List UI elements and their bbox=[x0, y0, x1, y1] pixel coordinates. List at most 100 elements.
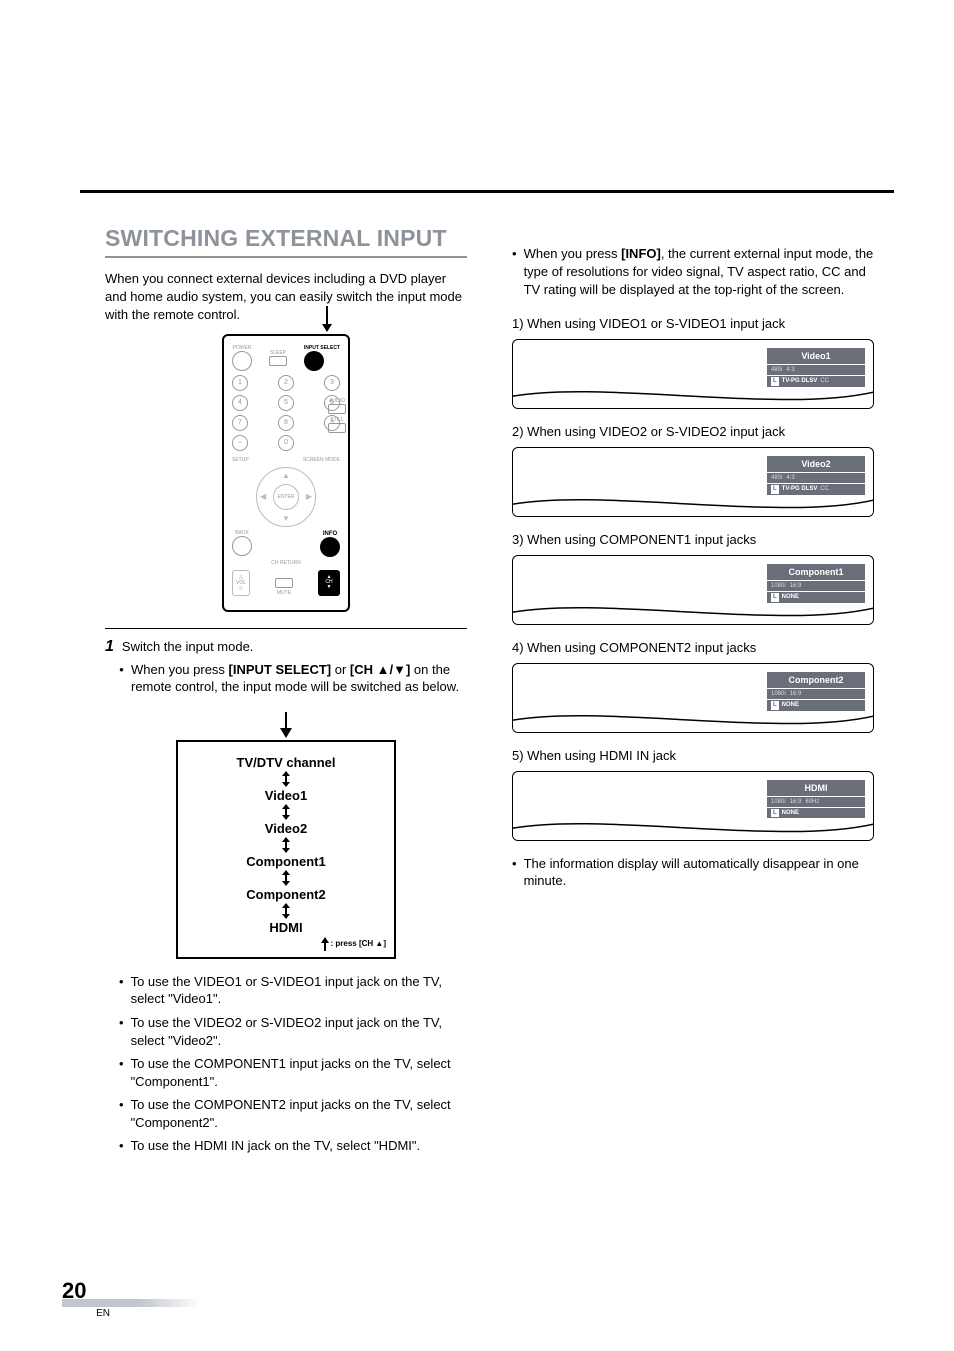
osd-res: 480i bbox=[771, 366, 782, 374]
screen-preview: Component1 1080i 16:9 L NONE bbox=[512, 555, 874, 625]
closing-bullet: • The information display will automatic… bbox=[512, 855, 874, 891]
key-3: 3 bbox=[324, 375, 340, 391]
step-divider bbox=[105, 628, 467, 629]
audio-label: AUDIO bbox=[328, 399, 346, 404]
osd-res: 1080i bbox=[771, 798, 786, 806]
flow-double-arrow bbox=[186, 837, 386, 853]
screen-preview: Video2 480i 4:3 L TV-PG DLSV CC bbox=[512, 447, 874, 517]
flow-item: Component2 bbox=[186, 887, 386, 902]
screen-wave bbox=[512, 703, 874, 733]
dpad-down: ▼ bbox=[282, 514, 290, 523]
osd-line2: 1080i 16:9 60Hz bbox=[766, 797, 866, 808]
key-8: 8 bbox=[278, 415, 294, 431]
dpad-right: ▶ bbox=[306, 492, 312, 501]
bullet-dot: • bbox=[512, 245, 517, 299]
case-label: 4) When using COMPONENT2 input jacks bbox=[512, 639, 874, 657]
key-4: 4 bbox=[232, 395, 248, 411]
flow-arrow-down bbox=[280, 728, 292, 738]
case-label: 2) When using VIDEO2 or S-VIDEO2 input j… bbox=[512, 423, 874, 441]
ch-return-label: CH RETURN bbox=[232, 561, 340, 566]
flow-item: Component1 bbox=[186, 854, 386, 869]
sleep-label: SLEEP bbox=[269, 351, 287, 356]
screen-wave bbox=[512, 811, 874, 841]
post-bullet: To use the HDMI IN jack on the TV, selec… bbox=[131, 1137, 421, 1155]
osd-res: 1080i bbox=[771, 582, 786, 590]
flow-item: HDMI bbox=[186, 920, 386, 935]
post-bullet: To use the COMPONENT2 input jacks on the… bbox=[131, 1096, 467, 1131]
bullet-dot: • bbox=[119, 1096, 124, 1131]
or-word: or bbox=[331, 662, 350, 677]
osd-aspect: 4:3 bbox=[786, 474, 794, 482]
flow-double-arrow bbox=[186, 870, 386, 886]
power-label: POWER bbox=[232, 346, 252, 351]
back-label: BACK bbox=[232, 531, 252, 536]
screen-preview: Component2 1080i 16:9 L NONE bbox=[512, 663, 874, 733]
osd-line2: 480i 4:3 bbox=[766, 473, 866, 484]
info-bullet-text: When you press [INFO], the current exter… bbox=[524, 245, 874, 299]
top-divider bbox=[80, 190, 894, 193]
screen-wave bbox=[512, 595, 874, 625]
page-lang: EN bbox=[62, 1308, 202, 1319]
enter-button: ENTER bbox=[273, 484, 299, 510]
dpad: ▲ ▼ ◀ ▶ ENTER bbox=[256, 467, 316, 527]
flow-foot-text: : press [CH ▲] bbox=[331, 939, 386, 948]
remote-illustration: POWER SLEEP INPUT SELECT 1 2 3 4 bbox=[105, 334, 467, 612]
osd-title: Video2 bbox=[766, 455, 866, 473]
screen-preview: Video1 480i 4:3 L TV-PG DLSV CC bbox=[512, 339, 874, 409]
sleep-button bbox=[269, 356, 287, 366]
vol-rocker: △ VOL ▽ bbox=[232, 570, 250, 596]
flow-item: TV/DTV channel bbox=[186, 755, 386, 770]
osd-title: Video1 bbox=[766, 347, 866, 365]
flow-item: Video1 bbox=[186, 788, 386, 803]
closing-text: The information display will automatical… bbox=[524, 855, 874, 891]
power-button bbox=[232, 351, 252, 371]
ch-bold: [CH ▲/▼] bbox=[350, 662, 410, 677]
case-label: 1) When using VIDEO1 or S-VIDEO1 input j… bbox=[512, 315, 874, 333]
input-flow-diagram: TV/DTV channel Video1 Video2 Component1 … bbox=[176, 740, 396, 959]
input-select-bold: [INPUT SELECT] bbox=[229, 662, 332, 677]
bullet-dot: • bbox=[119, 661, 124, 696]
page-footer: 20 EN bbox=[62, 1280, 202, 1319]
info-button bbox=[320, 537, 340, 557]
bullet-dot: • bbox=[119, 1014, 124, 1049]
bullet-dot: • bbox=[119, 1055, 124, 1090]
key-2: 2 bbox=[278, 375, 294, 391]
info-prefix: When you press bbox=[524, 246, 622, 261]
info-bold: [INFO] bbox=[621, 246, 661, 261]
case-label: 3) When using COMPONENT1 input jacks bbox=[512, 531, 874, 549]
manual-page: SWITCHING EXTERNAL INPUT When you connec… bbox=[0, 0, 954, 1351]
osd-res: 1080i bbox=[771, 690, 786, 698]
osd-aspect: 4:3 bbox=[786, 366, 794, 374]
mute-label: MUTE bbox=[275, 591, 293, 596]
arrow-head bbox=[322, 324, 332, 332]
sub-bullet-text: When you press [INPUT SELECT] or [CH ▲/▼… bbox=[131, 661, 467, 696]
post-bullet: To use the VIDEO1 or S-VIDEO1 input jack… bbox=[131, 973, 467, 1008]
input-select-button bbox=[304, 351, 324, 371]
info-bullet: • When you press [INFO], the current ext… bbox=[512, 245, 874, 299]
osd-line2: 480i 4:3 bbox=[766, 365, 866, 376]
bullet-dot: • bbox=[119, 973, 124, 1008]
osd-aspect: 16:9 bbox=[790, 690, 802, 698]
osd-aspect: 16:9 bbox=[790, 582, 802, 590]
post-bullet: To use the COMPONENT1 input jacks on the… bbox=[131, 1055, 467, 1090]
flow-foot: : press [CH ▲] bbox=[186, 937, 386, 951]
dpad-up: ▲ bbox=[282, 471, 290, 480]
screen-mode-label: SCREEN MODE bbox=[303, 457, 340, 463]
key-1: 1 bbox=[232, 375, 248, 391]
osd-title: HDMI bbox=[766, 779, 866, 797]
osd-aspect: 16:9 bbox=[790, 798, 802, 806]
screen-wave bbox=[512, 379, 874, 409]
still-button bbox=[328, 423, 346, 433]
input-select-label: INPUT SELECT bbox=[304, 346, 340, 351]
left-column: SWITCHING EXTERNAL INPUT When you connec… bbox=[105, 225, 467, 1161]
ch-return-button bbox=[275, 578, 293, 588]
osd-line2: 1080i 16:9 bbox=[766, 689, 866, 700]
screen-preview: HDMI 1080i 16:9 60Hz L NONE bbox=[512, 771, 874, 841]
case-label: 5) When using HDMI IN jack bbox=[512, 747, 874, 765]
content-columns: SWITCHING EXTERNAL INPUT When you connec… bbox=[105, 225, 874, 1161]
flow-double-arrow bbox=[186, 771, 386, 787]
bullet-dot: • bbox=[512, 855, 517, 891]
remote-body: POWER SLEEP INPUT SELECT 1 2 3 4 bbox=[222, 334, 350, 612]
post-bullet: To use the VIDEO2 or S-VIDEO2 input jack… bbox=[131, 1014, 467, 1049]
intro-paragraph: When you connect external devices includ… bbox=[105, 270, 467, 324]
